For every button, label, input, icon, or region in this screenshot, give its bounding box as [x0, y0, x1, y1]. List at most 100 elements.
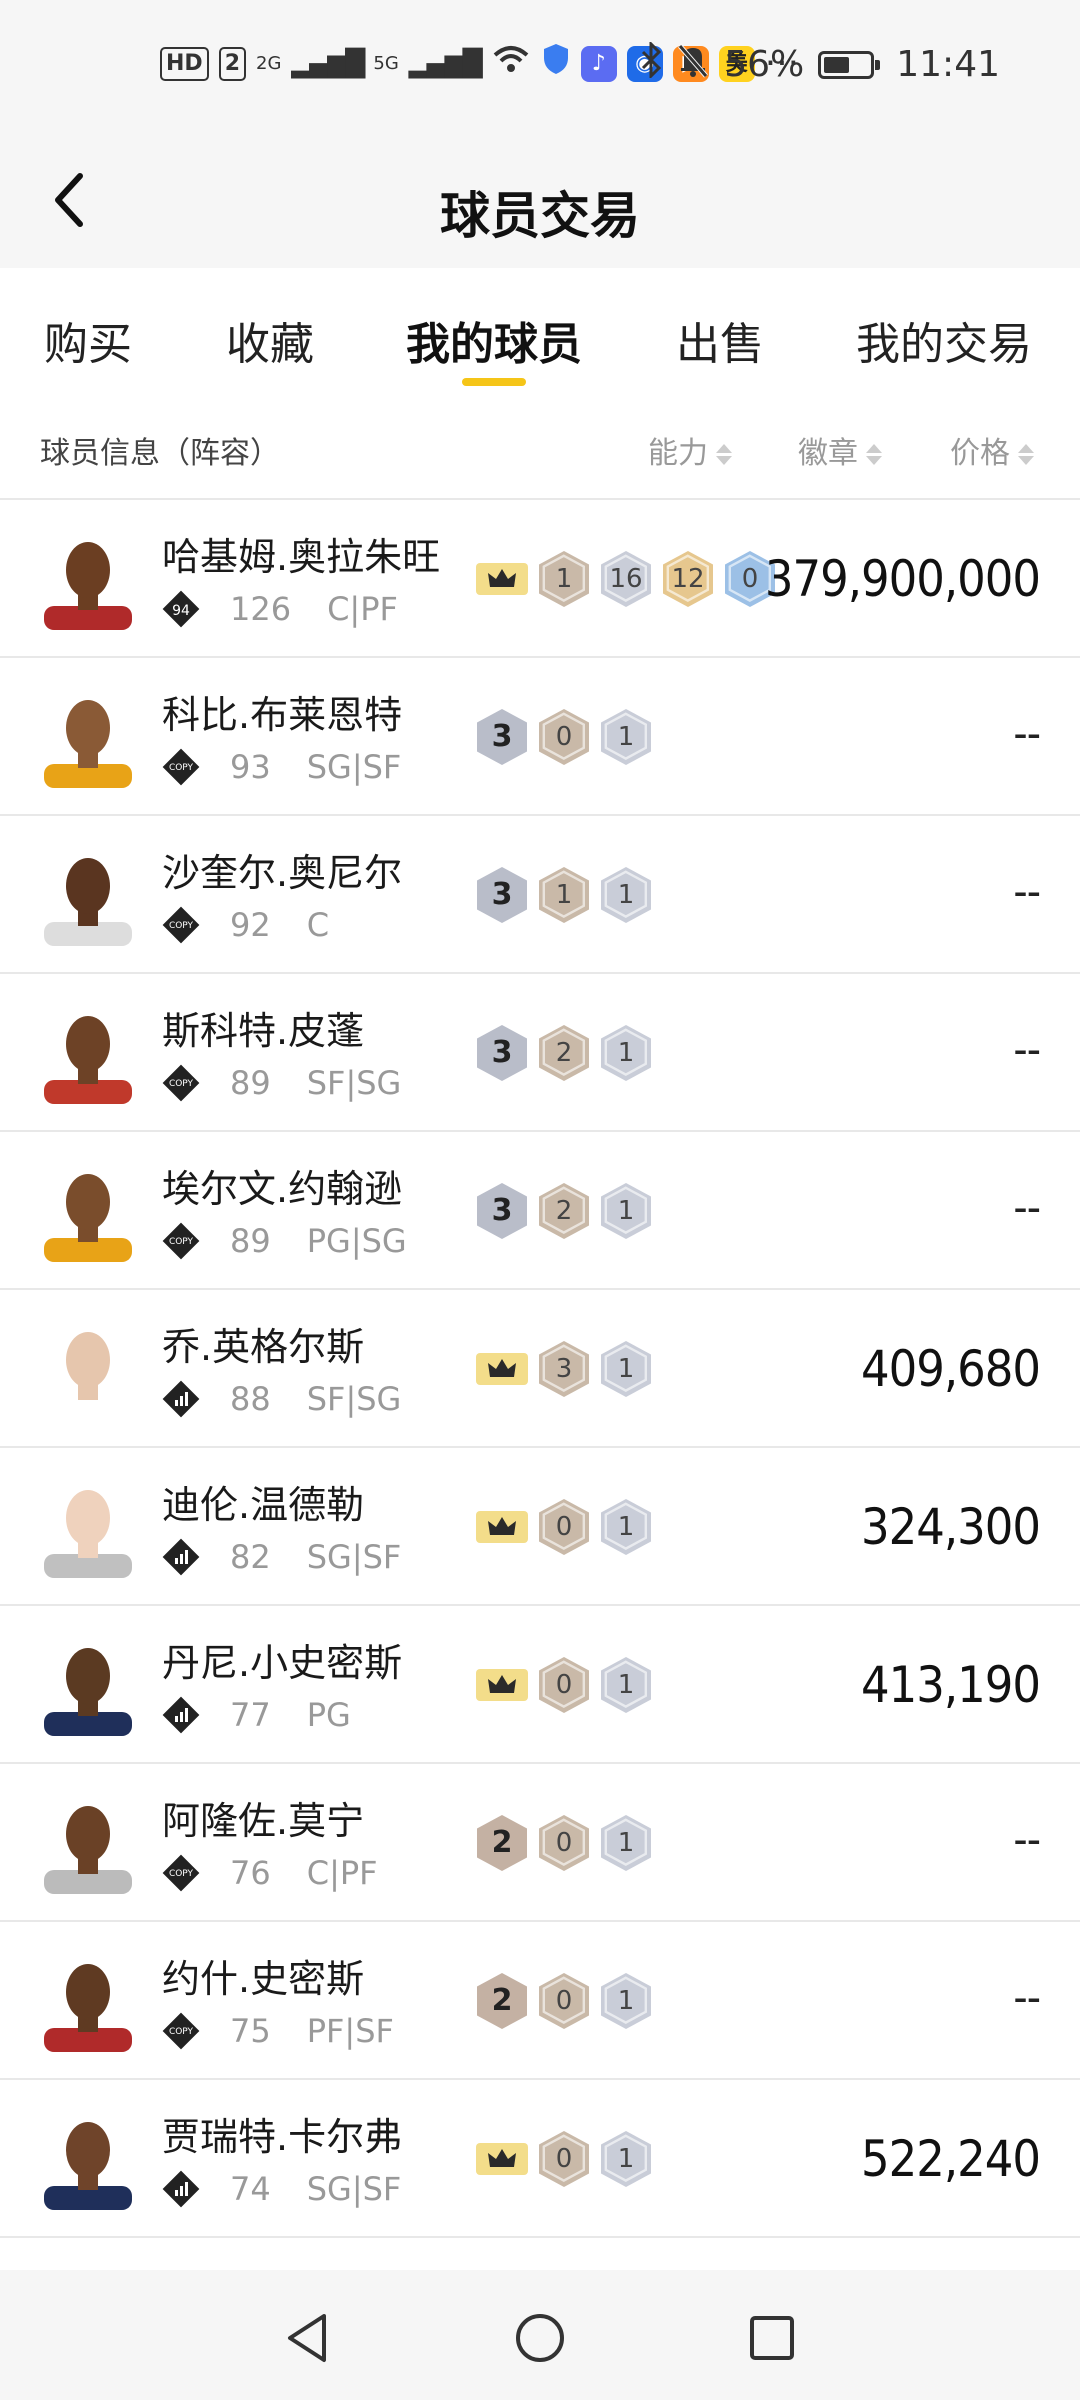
- player-row[interactable]: 乔.英格尔斯 88 SF|SG 3 1 409,680: [0, 1290, 1080, 1448]
- player-avatar: [40, 2114, 136, 2210]
- badge-count: 1: [600, 708, 652, 766]
- hd-indicator: HD: [160, 46, 209, 81]
- player-price: --: [1013, 708, 1041, 759]
- rank-badge: 3: [476, 1024, 528, 1082]
- player-meta: 88 SF|SG: [162, 1380, 401, 1418]
- player-name: 约什.史密斯: [162, 1957, 365, 2001]
- player-row[interactable]: 丹尼.小史密斯 77 PG 0 1 413,190: [0, 1606, 1080, 1764]
- player-row[interactable]: 阿隆佐.莫宁 COPY 76 C|PF 2 0 1 --: [0, 1764, 1080, 1922]
- player-avatar: [40, 1482, 136, 1578]
- player-name: 埃尔文.约翰逊: [162, 1167, 403, 1211]
- crown-icon: [476, 559, 528, 599]
- list-header: 球员信息（阵容） 能力 徽章 价格: [0, 398, 1080, 500]
- sort-ability[interactable]: 能力: [648, 428, 732, 472]
- player-rating: 74: [230, 2170, 271, 2208]
- active-tab-indicator: [462, 378, 526, 386]
- player-meta: COPY 76 C|PF: [162, 1854, 378, 1892]
- player-meta: COPY 89 PG|SG: [162, 1222, 407, 1260]
- badge-group: 3 1 1: [476, 866, 652, 924]
- svg-text:94: 94: [172, 603, 190, 619]
- badge-count: 0: [538, 1972, 590, 2030]
- player-rating: 76: [230, 1854, 271, 1892]
- player-name: 乔.英格尔斯: [162, 1325, 365, 1369]
- tier-icon: [162, 2170, 200, 2208]
- player-row[interactable]: 科比.布莱恩特 COPY 93 SG|SF 3 0 1 --: [0, 658, 1080, 816]
- badge-group: 0 1: [476, 1498, 652, 1556]
- player-position: C: [306, 906, 330, 944]
- tier-icon: [162, 1380, 200, 1418]
- rank-badge: 3: [476, 1182, 528, 1240]
- badge-count: 1: [600, 866, 652, 924]
- sort-badges[interactable]: 徽章: [798, 428, 882, 472]
- player-name: 哈基姆.奥拉朱旺: [162, 535, 441, 579]
- sort-price[interactable]: 价格: [950, 428, 1034, 472]
- tab-my-players[interactable]: 我的球员: [406, 308, 582, 372]
- tab-my-trades[interactable]: 我的交易: [856, 308, 1032, 372]
- player-meta: 94 126 C|PF: [162, 590, 398, 628]
- player-rating: 126: [230, 590, 292, 628]
- player-avatar: [40, 850, 136, 946]
- crown-icon: [476, 2139, 528, 2179]
- badge-group: 0 1: [476, 1656, 652, 1714]
- player-name: 迪伦.温德勒: [162, 1483, 365, 1527]
- badge-count: 3: [538, 1340, 590, 1398]
- player-name: 贾瑞特.卡尔弗: [162, 2115, 403, 2159]
- tab-sell[interactable]: 出售: [676, 308, 764, 372]
- player-position: PG|SG: [306, 1222, 407, 1260]
- player-meta: COPY 89 SF|SG: [162, 1064, 401, 1102]
- player-rating: 89: [230, 1222, 271, 1260]
- badge-group: 2 0 1: [476, 1972, 652, 2030]
- bluetooth-icon: [640, 40, 662, 87]
- tier-icon: [162, 1696, 200, 1734]
- player-avatar: [40, 1166, 136, 1262]
- player-price: 324,300: [861, 1498, 1041, 1556]
- nav-back-button[interactable]: [280, 2310, 336, 2366]
- tier-icon: [162, 1538, 200, 1576]
- badge-count: 1: [600, 1498, 652, 1556]
- ability-label: 能力: [648, 436, 708, 471]
- player-avatar: [40, 1008, 136, 1104]
- badge-group: 2 0 1: [476, 1814, 652, 1872]
- crown-icon: [476, 1507, 528, 1547]
- tab-favorites[interactable]: 收藏: [226, 308, 314, 372]
- player-avatar: [40, 1640, 136, 1736]
- player-name: 沙奎尔.奥尼尔: [162, 851, 403, 895]
- player-avatar: [40, 1798, 136, 1894]
- player-row[interactable]: 迪伦.温德勒 82 SG|SF 0 1 324,300: [0, 1448, 1080, 1606]
- crown-icon: [476, 1349, 528, 1389]
- player-row[interactable]: 哈基姆.奥拉朱旺 94 126 C|PF 1 16 12 0 379,900,00…: [0, 500, 1080, 658]
- player-row[interactable]: 约什.史密斯 COPY 75 PF|SF 2 0 1 --: [0, 1922, 1080, 2080]
- battery-percent: 56%: [724, 44, 805, 85]
- badge-count: 1: [600, 1814, 652, 1872]
- svg-text:COPY: COPY: [169, 2027, 194, 2037]
- tier-icon: COPY: [162, 1222, 200, 1260]
- nav-recents-button[interactable]: [744, 2310, 800, 2366]
- player-price: --: [1013, 1814, 1041, 1865]
- player-position: PF|SF: [306, 2012, 394, 2050]
- badge-count: 0: [538, 1498, 590, 1556]
- player-row[interactable]: 埃尔文.约翰逊 COPY 89 PG|SG 3 2 1 --: [0, 1132, 1080, 1290]
- badge-count: 2: [538, 1024, 590, 1082]
- badge-group: 3 2 1: [476, 1182, 652, 1240]
- badge-count: 2: [538, 1182, 590, 1240]
- player-position: C|PF: [327, 590, 398, 628]
- player-row[interactable]: 贾瑞特.卡尔弗 74 SG|SF 0 1 522,240: [0, 2080, 1080, 2238]
- player-price: --: [1013, 1972, 1041, 2023]
- tab-buy[interactable]: 购买: [44, 308, 132, 372]
- sort-icon: [1018, 444, 1034, 465]
- player-row[interactable]: 斯科特.皮蓬 COPY 89 SF|SG 3 2 1 --: [0, 974, 1080, 1132]
- badge-count: 0: [538, 1656, 590, 1714]
- player-price: 409,680: [861, 1340, 1041, 1398]
- svg-text:COPY: COPY: [169, 921, 194, 931]
- player-avatar: [40, 1956, 136, 2052]
- player-row[interactable]: 沙奎尔.奥尼尔 COPY 92 C 3 1 1 --: [0, 816, 1080, 974]
- player-position: SF|SG: [306, 1380, 402, 1418]
- tab-bar: 购买 收藏 我的球员 出售 我的交易: [0, 268, 1080, 398]
- badge-group: 3 1: [476, 1340, 652, 1398]
- player-meta: COPY 75 PF|SF: [162, 2012, 394, 2050]
- player-name: 斯科特.皮蓬: [162, 1009, 365, 1053]
- player-position: SG|SF: [306, 748, 402, 786]
- top-area: HD 2 2G ▂▄▆█ 5G ▂▄▆█ ♪ ◉ ▶ 美 ···: [0, 0, 1080, 268]
- nav-home-button[interactable]: [512, 2310, 568, 2366]
- badge-count: 0: [538, 708, 590, 766]
